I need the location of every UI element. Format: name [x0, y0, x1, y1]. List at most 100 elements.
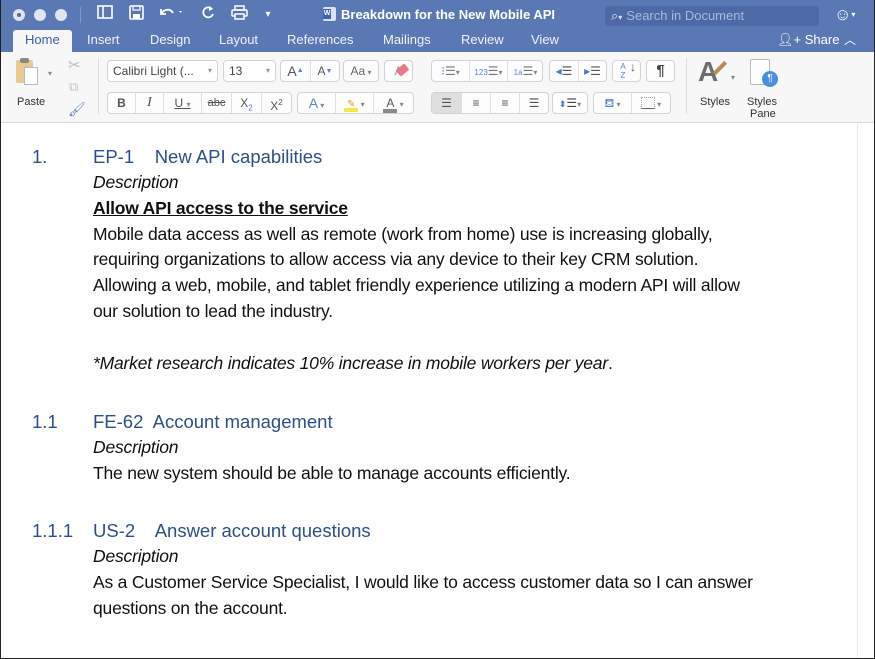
bold-button[interactable]: B: [108, 93, 136, 113]
cut-icon[interactable]: ✂: [68, 56, 81, 74]
collapse-ribbon-icon[interactable]: ︿: [844, 30, 856, 50]
increase-indent-button[interactable]: ▸☰: [579, 61, 606, 81]
description-label: Description: [93, 546, 179, 566]
body-line: questions on the account.: [93, 598, 288, 618]
paste-label[interactable]: Paste: [17, 96, 45, 108]
body-line: Mobile data access as well as remote (wo…: [93, 224, 713, 244]
document-title: Breakdown for the New Mobile API: [323, 7, 555, 22]
word-window: ▾ Breakdown for the New Mobile API ⌕▾Sea…: [0, 0, 875, 659]
clear-formatting-button[interactable]: A: [384, 60, 413, 82]
align-right-button[interactable]: ≡: [491, 93, 520, 113]
multilevel-list-icon: 1a: [513, 68, 523, 77]
line-spacing-button[interactable]: ⬍☰▾: [552, 92, 588, 114]
undo-icon[interactable]: [157, 5, 187, 25]
tab-mailings[interactable]: Mailings: [383, 30, 431, 52]
heading-ep-1: EP-1 New API capabilities: [93, 146, 323, 167]
sidebar-icon[interactable]: [96, 5, 114, 25]
font-name-select[interactable]: Calibri Light (... ▾: [107, 60, 218, 82]
ribbon-tabs: Home Insert Design Layout References Mai…: [1, 30, 874, 52]
print-icon[interactable]: [230, 5, 248, 25]
document-page[interactable]: 1. EP-1 New API capabilities Description…: [1, 124, 874, 658]
shading-button[interactable]: ⛾ ▾: [594, 93, 632, 113]
highlighter-icon: ✎: [344, 100, 359, 112]
tab-layout[interactable]: Layout: [219, 30, 258, 52]
chevron-down-icon: ▾: [207, 66, 212, 75]
superscript-button[interactable]: X2: [262, 93, 291, 113]
ribbon-home: ▾ Paste ✂ ⧉ 🖌︎ Calibri Light (... ▾ 13 ▾ A…: [1, 52, 874, 123]
copy-icon[interactable]: ⧉: [69, 79, 78, 95]
add-person-icon: 👤︎+: [777, 32, 802, 47]
underline-button[interactable]: U ▾: [164, 93, 202, 113]
italic-button[interactable]: I: [136, 93, 164, 113]
font-style-group: B I U ▾ abc X2 X2: [107, 92, 292, 114]
tab-view[interactable]: View: [531, 30, 559, 52]
align-center-button[interactable]: ≡: [462, 93, 491, 113]
minimize-window-button[interactable]: [34, 9, 46, 21]
list-number: 1.1.1: [32, 520, 74, 541]
font-color-group: A ▾ ✎ ▾ A ▾: [297, 92, 414, 114]
bullets-button[interactable]: ⁝☰▾: [432, 61, 470, 81]
borders-icon: [640, 97, 655, 109]
zoom-window-button[interactable]: [55, 9, 67, 21]
vertical-scrollbar[interactable]: [857, 124, 858, 658]
decrease-indent-button[interactable]: ◂☰: [550, 61, 579, 81]
redo-icon[interactable]: [199, 5, 217, 25]
tab-home[interactable]: Home: [13, 30, 72, 52]
title-bar: ▾ Breakdown for the New Mobile API ⌕▾Sea…: [1, 0, 874, 30]
align-left-button[interactable]: ☰: [432, 93, 462, 113]
customize-toolbar-icon[interactable]: ▾: [261, 5, 275, 25]
pilcrow-icon: ¶: [656, 62, 665, 79]
shrink-font-button[interactable]: A▼: [311, 61, 339, 81]
share-button[interactable]: 👤︎+ Share: [777, 30, 839, 50]
font-color-button[interactable]: A ▾: [374, 93, 413, 113]
tab-references[interactable]: References: [287, 30, 353, 52]
numbering-button[interactable]: 123☰▾: [470, 61, 508, 81]
shading-borders-group: ⛾ ▾ ▾: [593, 92, 671, 114]
heading-us-2: US-2 Answer account questions: [93, 520, 371, 541]
divider: [98, 58, 99, 114]
clipboard-paste-icon[interactable]: [16, 58, 40, 86]
subscript-button[interactable]: X2: [232, 93, 262, 113]
change-case-button[interactable]: Aa ▾: [343, 60, 379, 82]
font-size-select[interactable]: 13 ▾: [223, 60, 276, 82]
chevron-down-icon: ▾: [265, 66, 270, 75]
styles-pane-button[interactable]: ¶ Styles Pane: [744, 56, 784, 120]
search-icon: ⌕▾: [611, 8, 623, 23]
format-painter-icon[interactable]: 🖌︎: [68, 101, 86, 118]
grow-font-button[interactable]: A▲: [281, 61, 311, 81]
word-document-icon: [323, 7, 336, 21]
justify-button[interactable]: ☰: [520, 93, 548, 113]
smiley-icon[interactable]: ☺▾: [834, 5, 855, 25]
description-label: Description: [93, 437, 179, 457]
borders-button[interactable]: ▾: [632, 93, 670, 113]
indent-group: ◂☰ ▸☰: [549, 60, 607, 82]
decrease-indent-icon: ◂☰: [555, 64, 573, 78]
body-line: The new system should be able to manage …: [93, 463, 571, 483]
sort-button[interactable]: A Z ↓: [612, 60, 641, 82]
styles-gallery-button[interactable]: A ▾ Styles: [694, 56, 738, 116]
list-number: 1.1: [32, 411, 58, 432]
strikethrough-button[interactable]: abc: [202, 93, 232, 113]
numbered-list-icon: 123: [474, 68, 488, 77]
tab-insert[interactable]: Insert: [87, 30, 120, 52]
tab-review[interactable]: Review: [461, 30, 504, 52]
heading-fe-62: FE-62 Account management: [93, 411, 333, 432]
search-in-document-input[interactable]: ⌕▾ Search in Document: [605, 6, 819, 26]
tab-design[interactable]: Design: [150, 30, 190, 52]
align-left-icon: ☰: [441, 96, 452, 110]
body-line: Allowing a web, mobile, and tablet frien…: [93, 275, 740, 295]
multilevel-list-button[interactable]: 1a☰▾: [508, 61, 543, 81]
body-line: As a Customer Service Specialist, I woul…: [93, 572, 753, 592]
font-color-icon: A: [383, 97, 398, 113]
show-formatting-marks-button[interactable]: ¶: [646, 60, 675, 82]
market-note: *Market research indicates 10% increase …: [93, 353, 613, 373]
close-window-button[interactable]: [13, 9, 25, 21]
increase-indent-icon: ▸☰: [584, 64, 601, 78]
align-center-icon: ≡: [472, 96, 480, 110]
text-effects-button[interactable]: A ▾: [298, 93, 336, 113]
highlight-color-button[interactable]: ✎ ▾: [336, 93, 374, 113]
description-label: Description: [93, 172, 179, 192]
paste-options-caret[interactable]: ▾: [48, 69, 52, 78]
save-icon[interactable]: [127, 5, 145, 25]
sort-icon: A Z: [620, 62, 626, 80]
